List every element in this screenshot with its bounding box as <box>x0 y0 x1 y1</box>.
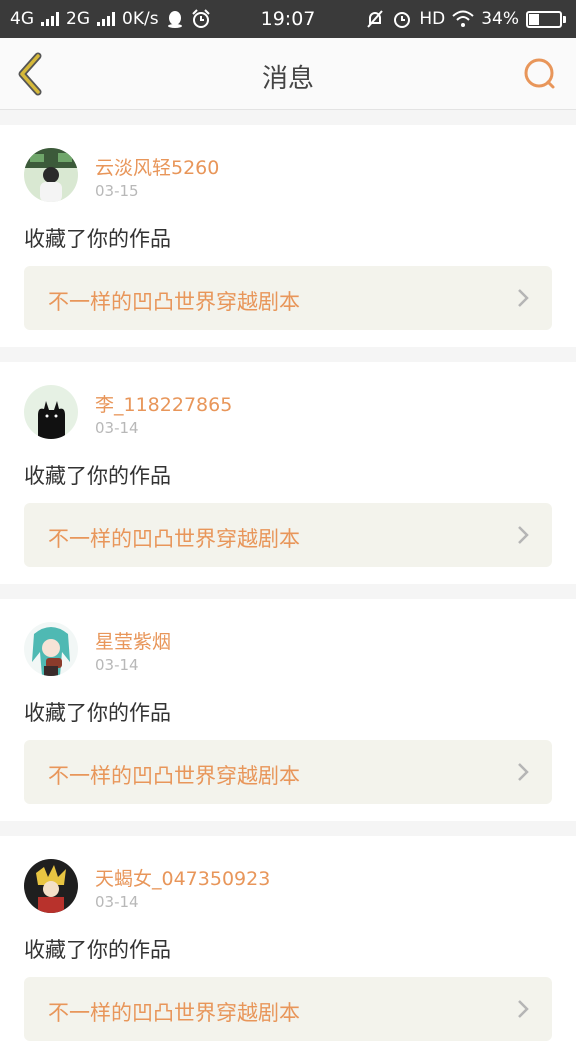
status-left: 4G 2G 0K/s <box>10 9 211 29</box>
work-title: 不一样的凹凸世界穿越剧本 <box>48 527 300 551</box>
avatar[interactable] <box>24 148 78 202</box>
message-date: 03-14 <box>95 656 139 674</box>
username[interactable]: 星莹紫烟 <box>95 627 171 654</box>
username[interactable]: 天蝎女_047350923 <box>95 864 270 891</box>
message-action: 收藏了你的作品 <box>24 938 171 962</box>
network-4g-label: 4G <box>10 9 34 29</box>
network-2g-label: 2G <box>66 9 90 29</box>
qq-icon <box>167 11 182 28</box>
battery-icon <box>526 10 566 28</box>
avatar-image-4 <box>24 859 78 913</box>
search-icon <box>524 58 555 89</box>
message-date: 03-14 <box>95 419 139 437</box>
avatar-image-1 <box>24 148 78 202</box>
mute-bell-icon <box>367 10 384 28</box>
work-title: 不一样的凹凸世界穿越剧本 <box>48 290 300 314</box>
battery-percent: 34% <box>481 9 519 29</box>
chevron-right-icon <box>518 1000 529 1018</box>
avatar[interactable] <box>24 385 78 439</box>
message-date: 03-14 <box>95 893 139 911</box>
avatar-image-3 <box>24 622 78 676</box>
chevron-right-icon <box>518 526 529 544</box>
work-title: 不一样的凹凸世界穿越剧本 <box>48 1001 300 1025</box>
hd-label: HD <box>419 9 446 29</box>
message-action: 收藏了你的作品 <box>24 464 171 488</box>
page-title: 消息 <box>261 64 314 94</box>
username[interactable]: 云淡风轻5260 <box>95 153 219 180</box>
avatar[interactable] <box>24 622 78 676</box>
search-button[interactable] <box>520 54 560 94</box>
back-button[interactable] <box>10 50 54 98</box>
work-link[interactable]: 不一样的凹凸世界穿越剧本 <box>24 740 552 804</box>
wifi-icon <box>452 10 474 27</box>
header-bar: 消息 <box>0 38 576 110</box>
work-title: 不一样的凹凸世界穿越剧本 <box>48 764 300 788</box>
status-right: HD 34% <box>365 9 566 29</box>
net-speed: 0K/s <box>122 9 159 29</box>
chevron-right-icon <box>518 763 529 781</box>
status-bar: 4G 2G 0K/s 19:07 HD 34% <box>0 0 576 38</box>
message-card: 李_118227865 03-14 收藏了你的作品 不一样的凹凸世界穿越剧本 <box>0 362 576 584</box>
avatar[interactable] <box>24 859 78 913</box>
chevron-right-icon <box>518 289 529 307</box>
message-action: 收藏了你的作品 <box>24 227 171 251</box>
message-card: 星莹紫烟 03-14 收藏了你的作品 不一样的凹凸世界穿越剧本 <box>0 599 576 821</box>
message-list: 云淡风轻5260 03-15 收藏了你的作品 不一样的凹凸世界穿越剧本 李_11… <box>0 110 576 1058</box>
work-link[interactable]: 不一样的凹凸世界穿越剧本 <box>24 503 552 567</box>
back-arrow-icon <box>18 52 42 96</box>
alarm-icon-right <box>394 12 411 28</box>
message-date: 03-15 <box>95 182 139 200</box>
signal-icon-2 <box>97 12 115 26</box>
message-card: 天蝎女_047350923 03-14 收藏了你的作品 不一样的凹凸世界穿越剧本 <box>0 836 576 1058</box>
alarm-icon <box>191 9 210 28</box>
username[interactable]: 李_118227865 <box>95 390 232 417</box>
message-card: 云淡风轻5260 03-15 收藏了你的作品 不一样的凹凸世界穿越剧本 <box>0 125 576 347</box>
signal-icon <box>41 12 59 26</box>
message-action: 收藏了你的作品 <box>24 701 171 725</box>
avatar-image-2 <box>24 385 78 439</box>
work-link[interactable]: 不一样的凹凸世界穿越剧本 <box>24 977 552 1041</box>
work-link[interactable]: 不一样的凹凸世界穿越剧本 <box>24 266 552 330</box>
